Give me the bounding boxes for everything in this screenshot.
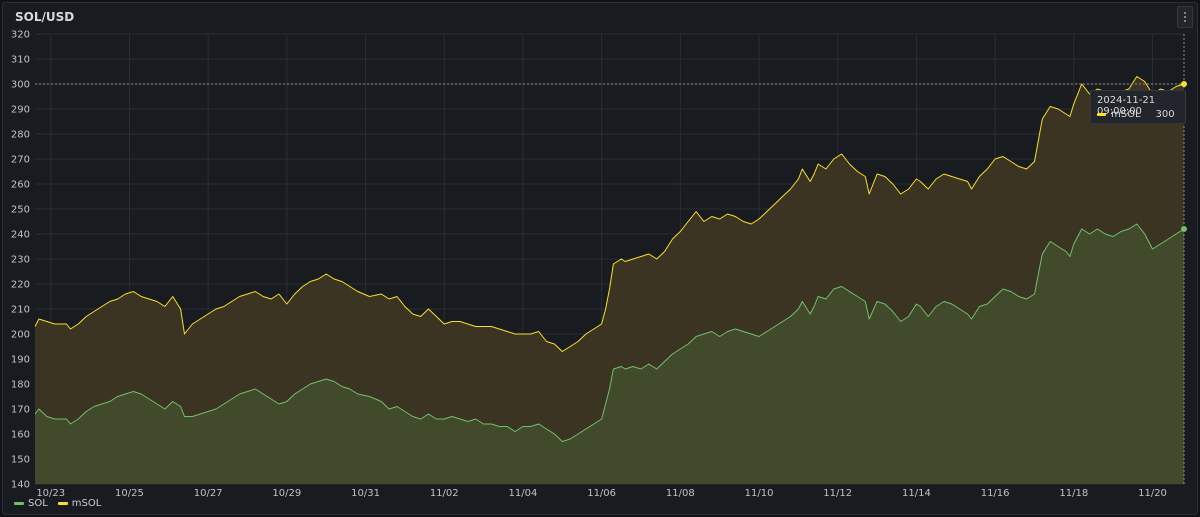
y-tick-label: 230 [11, 255, 30, 266]
y-tick-label: 210 [11, 305, 30, 316]
legend-swatch-sol [14, 502, 24, 505]
price-chart[interactable]: 140 150 160 170 180 190 200 210 220 230 240 250 260 2… [0, 0, 1200, 517]
y-tick-label: 200 [11, 330, 30, 341]
x-tick-label: 11/12 [823, 488, 852, 499]
x-tick-label: 10/25 [115, 488, 144, 499]
legend-item-sol[interactable]: SOL [14, 498, 48, 509]
x-tick-label: 11/02 [430, 488, 459, 499]
hover-point-msol [1181, 81, 1187, 87]
y-tick-label: 140 [11, 480, 30, 491]
x-tick-label: 11/18 [1059, 488, 1088, 499]
tooltip-row: mSOL 300 [1097, 109, 1175, 120]
x-tick-label: 11/08 [666, 488, 695, 499]
y-tick-label: 260 [11, 180, 30, 191]
y-tick-label: 310 [11, 55, 30, 66]
x-tick-label: 11/14 [902, 488, 931, 499]
y-tick-label: 250 [11, 205, 30, 216]
x-tick-label: 11/10 [745, 488, 774, 499]
y-tick-label: 320 [11, 30, 30, 41]
y-tick-label: 270 [11, 155, 30, 166]
legend-label-sol: SOL [28, 498, 48, 509]
tooltip-series: mSOL [1111, 109, 1141, 120]
x-tick-label: 11/06 [587, 488, 616, 499]
legend-label-msol: mSOL [71, 498, 102, 509]
y-tick-label: 220 [11, 280, 30, 291]
x-tick-label: 10/29 [272, 488, 301, 499]
y-tick-label: 280 [11, 130, 30, 141]
y-tick-label: 180 [11, 380, 30, 391]
legend-item-msol[interactable]: mSOL [57, 498, 102, 509]
y-tick-label: 190 [11, 355, 30, 366]
x-tick-label: 11/04 [509, 488, 538, 499]
x-tick-label: 10/27 [194, 488, 223, 499]
x-tick-label: 11/20 [1138, 488, 1167, 499]
legend-swatch-msol [57, 502, 68, 505]
y-tick-label: 300 [11, 80, 30, 91]
x-tick-label: 10/31 [351, 488, 380, 499]
tooltip-swatch [1097, 113, 1106, 116]
chart-legend: SOL mSOL [14, 498, 101, 509]
hover-tooltip: 2024-11-21 09:00:00 mSOL 300 [1090, 90, 1186, 124]
x-tick-label: 11/16 [981, 488, 1010, 499]
y-tick-label: 170 [11, 405, 30, 416]
y-tick-label: 150 [11, 455, 30, 466]
y-tick-label: 240 [11, 230, 30, 241]
tooltip-value: 300 [1155, 109, 1175, 120]
y-tick-label: 290 [11, 105, 30, 116]
hover-point-sol [1181, 226, 1187, 232]
y-tick-label: 160 [11, 430, 30, 441]
